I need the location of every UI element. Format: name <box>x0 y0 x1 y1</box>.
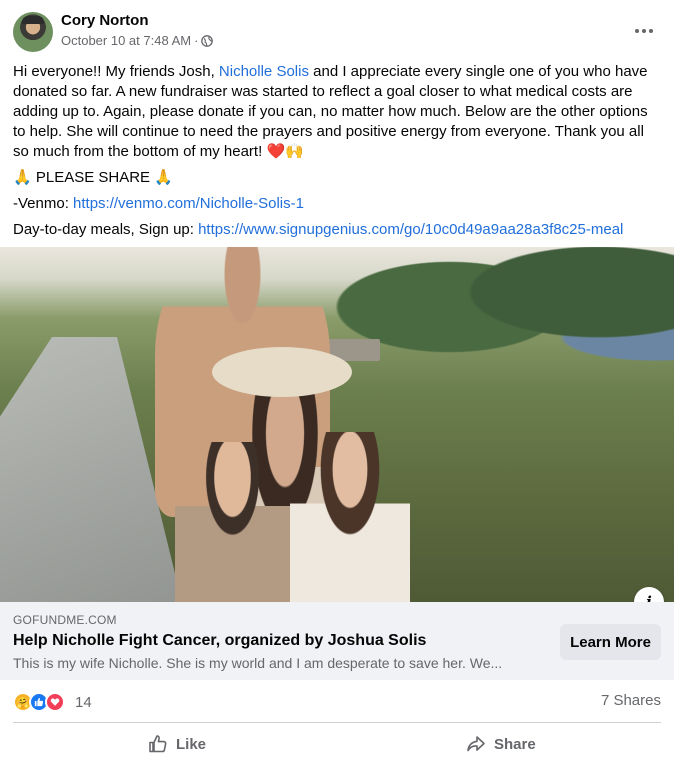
actions-divider <box>13 722 661 723</box>
reaction-count: 14 <box>75 693 92 711</box>
post-meta: October 10 at 7:48 AM · <box>61 33 214 48</box>
mention-link[interactable]: Nicholle Solis <box>219 63 309 80</box>
link-domain: GOFUNDME.COM <box>13 613 117 627</box>
photo-hat <box>212 347 352 397</box>
learn-more-button[interactable]: Learn More <box>560 624 661 660</box>
link-preview-card[interactable]: GOFUNDME.COM Help Nicholle Fight Cancer,… <box>0 602 674 680</box>
photo-trees <box>300 247 674 397</box>
shares-count[interactable]: 7 Shares <box>601 692 661 709</box>
link-preview-image[interactable] <box>0 247 674 602</box>
more-horizontal-icon <box>635 29 639 33</box>
like-label: Like <box>176 735 207 753</box>
author-avatar[interactable] <box>13 12 53 52</box>
post-timestamp[interactable]: October 10 at 7:48 AM <box>61 33 191 48</box>
venmo-link[interactable]: https://venmo.com/Nicholle-Solis-1 <box>73 195 304 212</box>
thumbs-up-icon <box>149 735 167 753</box>
reactions-summary[interactable]: 🤗 14 <box>13 690 92 714</box>
post-paragraph: Hi everyone!! My friends Josh, Nicholle … <box>13 63 648 160</box>
meals-line: Day-to-day meals, Sign up: https://www.s… <box>13 221 624 238</box>
more-options-button[interactable] <box>626 16 662 46</box>
share-request: 🙏 PLEASE SHARE 🙏 <box>13 169 173 186</box>
venmo-line: -Venmo: https://venmo.com/Nicholle-Solis… <box>13 195 304 212</box>
heart-hands-emoji: ❤️🙌 <box>266 143 304 160</box>
photo-child-girl <box>290 432 410 602</box>
share-arrow-icon <box>467 736 485 752</box>
love-reaction-icon <box>45 692 65 712</box>
post-text: Hi everyone!! My friends Josh, Nicholle … <box>13 62 663 246</box>
globe-icon[interactable] <box>201 34 214 47</box>
share-label: Share <box>494 735 536 753</box>
post-header: Cory Norton October 10 at 7:48 AM · <box>0 0 674 60</box>
feed-post: Cory Norton October 10 at 7:48 AM · Hi e… <box>0 0 674 764</box>
link-description: This is my wife Nicholle. She is my worl… <box>13 655 503 671</box>
signup-link[interactable]: https://www.signupgenius.com/go/10c0d49a… <box>198 221 623 238</box>
author-name[interactable]: Cory Norton <box>61 12 149 29</box>
meta-separator: · <box>194 33 199 48</box>
share-button[interactable]: Share <box>466 729 536 759</box>
photo-child-boy <box>175 442 290 602</box>
link-title[interactable]: Help Nicholle Fight Cancer, organized by… <box>13 632 426 650</box>
like-button[interactable]: Like <box>148 729 206 759</box>
